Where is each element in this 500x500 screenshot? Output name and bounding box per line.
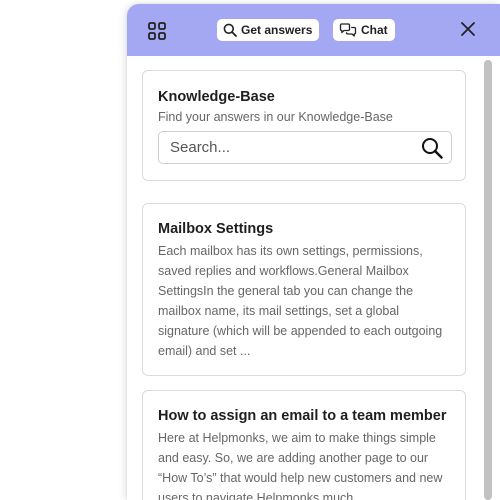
search-icon [223, 23, 237, 37]
knowledge-base-card: Knowledge-Base Find your answers in our … [142, 70, 466, 181]
widget-header: Get answers Chat [127, 4, 500, 56]
scrollbar[interactable] [484, 60, 492, 500]
knowledge-base-subtitle: Find your answers in our Knowledge-Base [158, 110, 393, 124]
article-title[interactable]: How to assign an email to a team member [158, 408, 446, 424]
search-box [158, 131, 452, 164]
article-excerpt: Here at Helpmonks, we aim to make things… [158, 431, 443, 500]
search-icon[interactable] [421, 137, 443, 159]
close-icon[interactable] [459, 20, 477, 38]
help-widget: Get answers Chat Knowledge-Base Find you… [127, 4, 500, 500]
get-answers-tab[interactable]: Get answers [217, 19, 320, 41]
get-answers-label: Get answers [241, 23, 313, 37]
article-card[interactable]: How to assign an email to a team member … [142, 390, 466, 500]
chat-label: Chat [361, 23, 388, 37]
knowledge-base-title: Knowledge-Base [158, 89, 275, 105]
chat-bubbles-icon [339, 23, 357, 37]
article-title[interactable]: Mailbox Settings [158, 221, 273, 237]
grid-icon[interactable] [147, 21, 167, 41]
chat-tab[interactable]: Chat [333, 19, 395, 41]
article-excerpt: Each mailbox has its own settings, permi… [158, 244, 443, 358]
article-card[interactable]: Mailbox Settings Each mailbox has its ow… [142, 203, 466, 376]
search-input[interactable] [159, 132, 431, 163]
